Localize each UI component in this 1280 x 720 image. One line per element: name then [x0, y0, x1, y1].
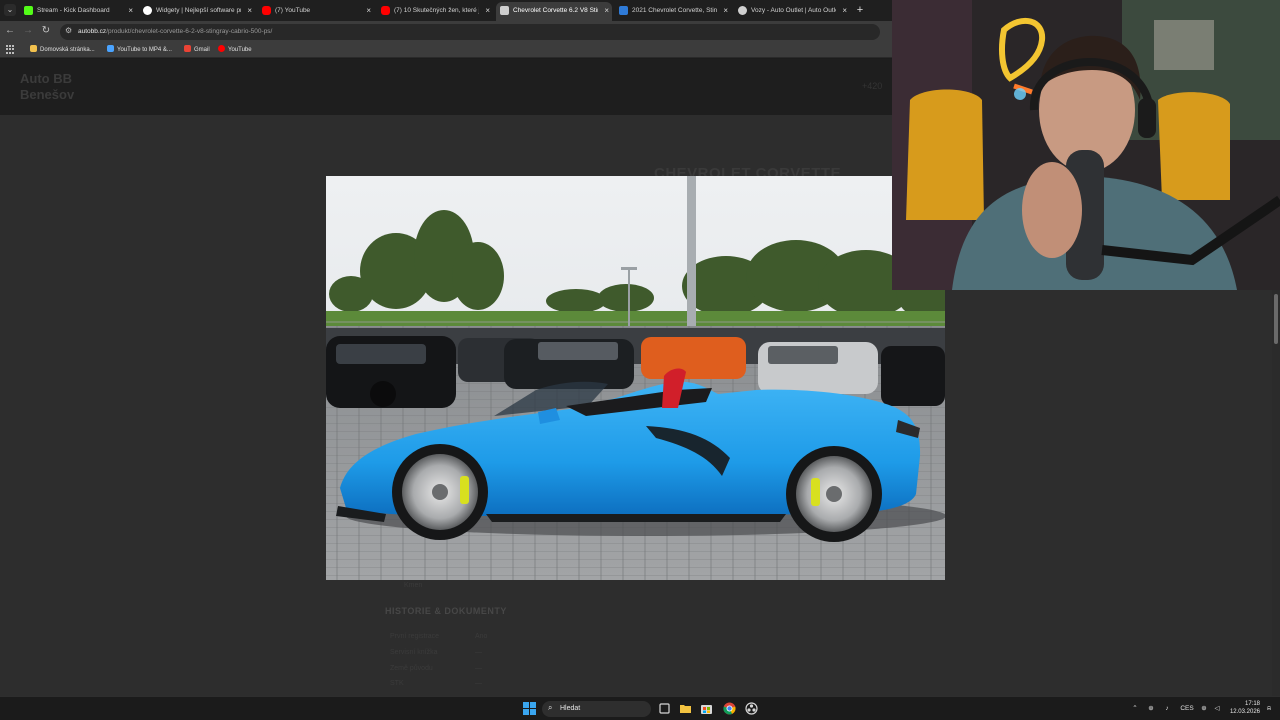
history-value: Ano — [475, 633, 488, 640]
notification-bell-icon[interactable]: ⍾ — [1264, 697, 1274, 720]
chrome-icon[interactable] — [723, 702, 736, 715]
bookmark-label: Domovská stránka... — [40, 47, 95, 53]
tab-title: (7) YouTube — [275, 7, 311, 14]
tab-title: Vozy - Auto Outlet | Auto Outle — [751, 7, 836, 14]
clock-date: 12.03.2026 — [1229, 709, 1260, 715]
address-bar[interactable]: ⚙ autobb.cz/produkt/chevrolet-corvette-6… — [60, 24, 880, 40]
tab-title: Widgety | Nejlepší software pro — [156, 7, 241, 14]
site-header: Auto BB Benešov +420 — [0, 59, 892, 115]
car-photo — [326, 176, 945, 580]
tab-2021-corvette[interactable]: 2021 Chevrolet Corvette, Stingr × — [615, 2, 731, 19]
microphone-icon[interactable]: ♪ — [1162, 697, 1172, 720]
tab-widgety[interactable]: Widgety | Nejlepší software pro × — [139, 2, 255, 19]
wifi-icon[interactable]: ⊕ — [1199, 697, 1209, 720]
spec-label: Kmen — [404, 582, 423, 589]
apps-grid-icon[interactable] — [6, 45, 15, 54]
site-favicon-icon — [619, 6, 628, 15]
new-tab-button[interactable]: + — [854, 3, 866, 17]
bookmark-label: YouTube — [228, 47, 252, 53]
network-icon[interactable]: ⊕ — [1146, 697, 1156, 720]
tab-youtube[interactable]: (7) YouTube × — [258, 2, 374, 19]
history-row: Země původu — — [390, 665, 482, 672]
tab-kick-dashboard[interactable]: Stream - Kick Dashboard × — [20, 2, 136, 19]
youtube-favicon-icon — [381, 6, 390, 15]
history-value: — — [475, 680, 482, 687]
tab-close-icon[interactable]: × — [723, 2, 728, 19]
page-favicon-icon — [500, 6, 509, 15]
windows-logo-icon — [523, 702, 536, 715]
windows-start-icon[interactable] — [523, 702, 536, 715]
history-label: STK — [390, 680, 404, 687]
screen: ⌄ Stream - Kick Dashboard × Widgety | Ne… — [0, 0, 1280, 720]
windows-taskbar: ⌕ Hledat ⌃ ⊕ ♪ CES ⊕ ◁ 17:18 12.03.2026 … — [0, 696, 1280, 720]
back-button[interactable]: ← — [4, 25, 16, 37]
gmail-icon — [184, 45, 191, 52]
bookmark-gmail[interactable]: Gmail — [184, 42, 210, 58]
tab-title: (7) 10 Skutečných žen, které jsi — [394, 7, 479, 14]
streamer-webcam-overlay — [892, 0, 1280, 290]
tab-close-icon[interactable]: × — [842, 2, 847, 19]
file-explorer-icon[interactable] — [679, 702, 692, 715]
kick-favicon-icon — [24, 6, 33, 15]
tab-close-icon[interactable]: × — [247, 2, 252, 19]
search-placeholder: Hledat — [560, 705, 581, 712]
history-row: Servisní knížka — — [390, 649, 482, 656]
browser-toolbar: ← → ↻ ⚙ autobb.cz/produkt/chevrolet-corv… — [0, 21, 892, 42]
bookmark-favicon-icon — [107, 45, 114, 52]
url-text[interactable]: autobb.cz/produkt/chevrolet-corvette-6-2… — [78, 24, 272, 40]
bookmark-youtube[interactable]: YouTube — [218, 42, 252, 58]
tab-search-menu-button[interactable]: ⌄ — [4, 4, 16, 16]
bookmark-label: Gmail — [194, 47, 210, 53]
url-path: /produkt/chevrolet-corvette-6-2-v8-sting… — [106, 28, 273, 35]
search-icon: ⌕ — [548, 703, 553, 712]
globe-favicon-icon — [738, 6, 747, 15]
webcam-feed — [892, 0, 1280, 290]
bookmark-domovska-stranka[interactable]: Domovská stránka... — [30, 42, 95, 58]
tab-close-icon[interactable]: × — [366, 2, 371, 19]
speaker-icon[interactable]: ◁ — [1212, 697, 1222, 720]
tab-chevrolet-corvette-active[interactable]: Chevrolet Corvette 6.2 V8 Sting × — [496, 2, 612, 21]
youtube-icon — [218, 45, 225, 52]
microsoft-store-icon[interactable] — [700, 702, 713, 715]
header-phone[interactable]: +420 — [862, 81, 882, 91]
tray-overflow-chevron-icon[interactable]: ⌃ — [1130, 697, 1140, 720]
task-view-icon[interactable] — [658, 702, 671, 715]
system-clock[interactable]: 17:18 12.03.2026 — [1226, 700, 1260, 716]
language-indicator[interactable]: CES — [1180, 697, 1194, 720]
tab-title: 2021 Chevrolet Corvette, Stingr — [632, 7, 717, 14]
taskbar-search-box[interactable]: ⌕ Hledat — [542, 701, 651, 717]
history-label: Servisní knížka — [390, 649, 438, 656]
history-row: První registrace Ano — [390, 633, 487, 640]
history-value: — — [475, 665, 482, 672]
page-scrollbar[interactable] — [1272, 290, 1280, 696]
scrollbar-thumb[interactable] — [1274, 294, 1278, 344]
bookmark-favicon-icon — [30, 45, 37, 52]
history-heading: HISTORIE & DOKUMENTY — [385, 606, 507, 616]
tab-title: Chevrolet Corvette 6.2 V8 Sting — [513, 7, 598, 14]
bookmark-youtube-to-mp4[interactable]: YouTube to MP4 &... — [107, 42, 172, 58]
youtube-favicon-icon — [262, 6, 271, 15]
url-domain: autobb.cz — [78, 28, 107, 35]
tab-title: Stream - Kick Dashboard — [37, 7, 110, 14]
history-value: — — [475, 649, 482, 656]
site-info-icon[interactable]: ⚙ — [65, 26, 72, 35]
history-row: STK — — [390, 680, 482, 687]
history-label: První registrace — [390, 633, 440, 640]
reload-button[interactable]: ↻ — [40, 25, 52, 37]
lightbox-car-photo[interactable] — [326, 176, 945, 580]
clock-time: 17:18 — [1244, 701, 1260, 707]
bookmark-label: YouTube to MP4 &... — [117, 47, 172, 53]
bookmarks-bar: Domovská stránka... YouTube to MP4 &... … — [0, 42, 892, 58]
tab-youtube-video[interactable]: (7) 10 Skutečných žen, které jsi × — [377, 2, 493, 19]
tab-auto-outlet[interactable]: Vozy - Auto Outlet | Auto Outle × — [734, 2, 850, 19]
forward-button[interactable]: → — [22, 25, 34, 37]
tab-close-icon[interactable]: × — [604, 2, 609, 19]
tab-close-icon[interactable]: × — [485, 2, 490, 19]
tab-close-icon[interactable]: × — [128, 2, 133, 19]
site-logo[interactable]: Auto BB Benešov — [20, 71, 90, 103]
widgety-favicon-icon — [143, 6, 152, 15]
obs-icon[interactable] — [745, 702, 758, 715]
history-label: Země původu — [390, 665, 433, 672]
